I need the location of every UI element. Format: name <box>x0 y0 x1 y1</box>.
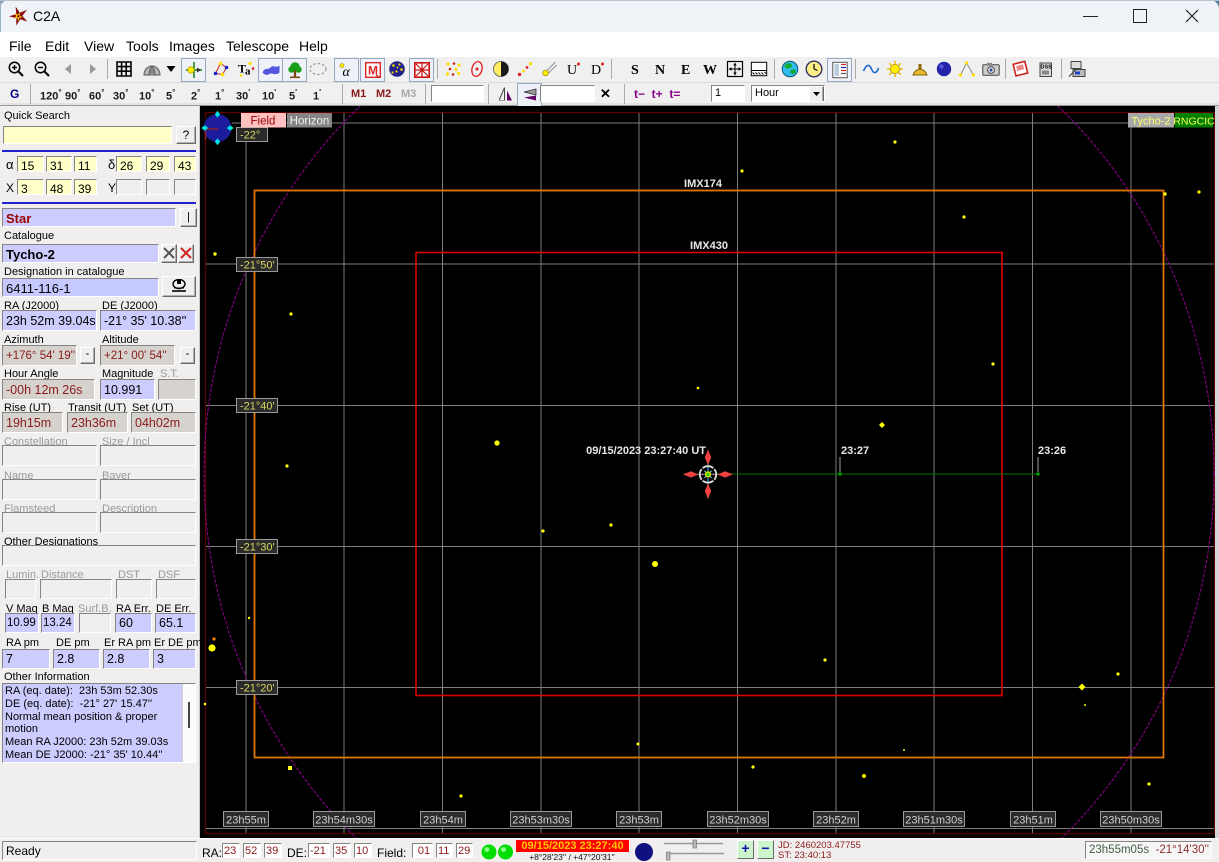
svg-text:23h53m: 23h53m <box>619 815 659 827</box>
svg-text:23h54m: 23h54m <box>423 815 463 827</box>
svg-text:23h51m: 23h51m <box>1013 815 1053 827</box>
svg-text:23h52m: 23h52m <box>816 815 856 827</box>
svg-text:-21°20': -21°20' <box>240 683 275 695</box>
svg-text:-21°50': -21°50' <box>240 260 275 272</box>
svg-text:23h50m30s: 23h50m30s <box>1102 815 1160 827</box>
svg-text:RNGCIC: RNGCIC <box>1173 116 1215 128</box>
svg-text:D: D <box>591 63 601 77</box>
svg-text:DSS: DSS <box>1040 65 1052 71</box>
svg-text:a: a <box>245 66 251 78</box>
svg-text:23h51m30s: 23h51m30s <box>905 815 963 827</box>
svg-text:Tycho-2: Tycho-2 <box>1131 116 1170 128</box>
svg-text:W: W <box>703 63 717 77</box>
svg-text:-21°30': -21°30' <box>240 542 275 554</box>
svg-text:09/15/2023 23:27:40 UT: 09/15/2023 23:27:40 UT <box>586 445 706 457</box>
svg-text:23h54m30s: 23h54m30s <box>315 815 373 827</box>
svg-text:S: S <box>631 63 639 77</box>
svg-text:23h53m30s: 23h53m30s <box>512 815 570 827</box>
svg-text:23h52m30s: 23h52m30s <box>709 815 767 827</box>
svg-text:23:26: 23:26 <box>1038 445 1066 457</box>
svg-text:E: E <box>681 63 690 77</box>
svg-text:23h55m: 23h55m <box>226 815 266 827</box>
svg-text:N: N <box>655 63 665 77</box>
svg-text:α: α <box>342 65 350 78</box>
svg-text:Field: Field <box>251 116 276 128</box>
svg-text:23:27: 23:27 <box>841 445 869 457</box>
svg-text:U: U <box>567 63 577 77</box>
svg-text:Horizon: Horizon <box>290 116 330 128</box>
svg-text:-22°: -22° <box>240 130 260 142</box>
svg-text:IMX174: IMX174 <box>684 178 723 190</box>
svg-text:-21°40': -21°40' <box>240 401 275 413</box>
svg-text:IMX430: IMX430 <box>690 240 728 252</box>
